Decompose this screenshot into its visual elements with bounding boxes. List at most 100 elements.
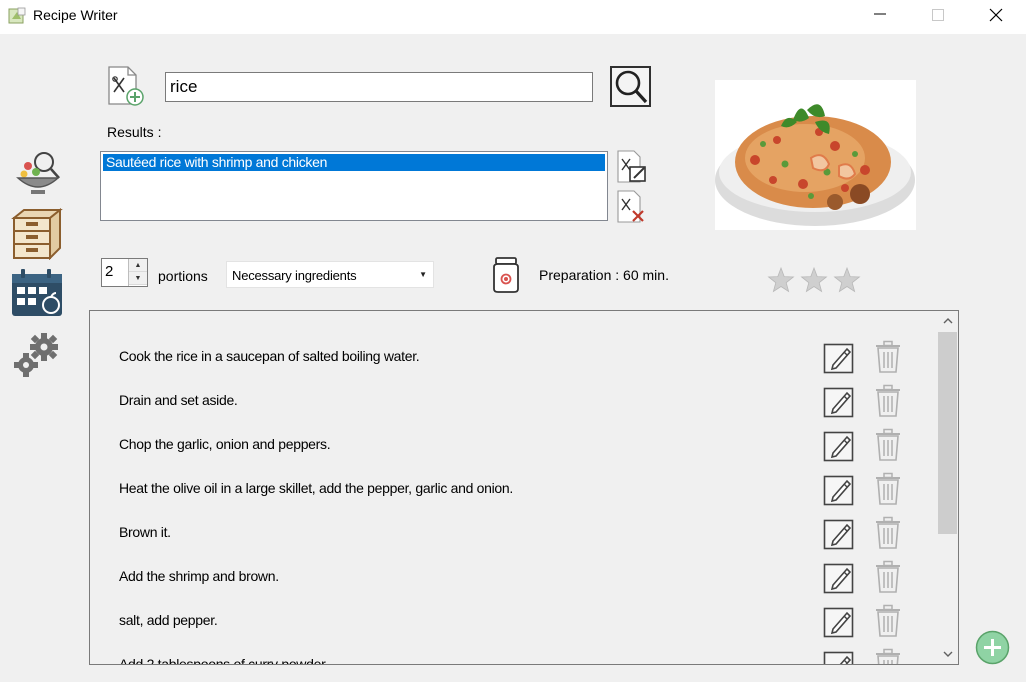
add-step-button[interactable] <box>975 630 1010 665</box>
step-text: Brown it. <box>119 524 171 540</box>
ingredients-dropdown[interactable]: Necessary ingredients ▼ <box>226 261 434 288</box>
stepper-up-icon[interactable]: ▲ <box>129 259 147 272</box>
chevron-down-icon: ▼ <box>419 270 427 279</box>
portions-stepper-buttons: ▲ ▼ <box>128 259 147 286</box>
recipe-photo <box>715 80 916 230</box>
delete-step-button[interactable] <box>874 560 902 594</box>
jar-icon <box>493 257 519 293</box>
edit-step-button[interactable] <box>823 386 855 418</box>
maximize-icon <box>932 9 944 21</box>
trash-icon <box>876 604 900 637</box>
results-list[interactable]: Sautéed rice with shrimp and chicken <box>100 151 608 221</box>
sidebar-item-meal-plan[interactable] <box>11 268 63 318</box>
ingredients-jar-button[interactable] <box>491 256 521 294</box>
sidebar-item-pantry[interactable] <box>10 207 64 261</box>
delete-step-button[interactable] <box>874 340 902 374</box>
pantry-shelf-icon <box>11 207 63 261</box>
minimize-button[interactable] <box>852 0 910 30</box>
trash-icon <box>876 472 900 505</box>
delete-step-button[interactable] <box>874 428 902 462</box>
step-row: salt, add pepper. <box>90 599 935 643</box>
pencil-icon <box>823 387 854 418</box>
pencil-icon <box>823 563 854 594</box>
edit-step-button[interactable] <box>823 430 855 462</box>
search-button[interactable] <box>610 66 651 107</box>
trash-icon <box>876 560 900 593</box>
delete-step-button[interactable] <box>874 516 902 550</box>
window-title: Recipe Writer <box>33 7 118 23</box>
close-button[interactable] <box>968 0 1026 30</box>
star-icon[interactable] <box>800 266 828 293</box>
pencil-icon <box>823 343 854 374</box>
step-text: Cook the rice in a saucepan of salted bo… <box>119 348 420 364</box>
step-text: Add the shrimp and brown. <box>119 568 279 584</box>
new-recipe-icon <box>108 66 144 106</box>
app-logo-icon <box>8 7 26 25</box>
chevron-up-icon <box>943 318 952 324</box>
maximize-button[interactable] <box>910 0 968 30</box>
results-item-selected[interactable]: Sautéed rice with shrimp and chicken <box>103 154 605 171</box>
rating-stars-graphic <box>767 266 861 293</box>
edit-recipe-button[interactable] <box>616 150 648 184</box>
step-text: Add 2 tablespoons of curry powder. <box>119 656 329 665</box>
scroll-thumb[interactable] <box>938 332 957 534</box>
delete-recipe-icon <box>617 190 644 223</box>
step-row: Brown it. <box>90 511 935 555</box>
step-text: salt, add pepper. <box>119 612 218 628</box>
edit-step-button[interactable] <box>823 342 855 374</box>
pencil-icon <box>823 651 854 664</box>
step-row: Heat the olive oil in a large skillet, a… <box>90 467 935 511</box>
ingredients-dropdown-value: Necessary ingredients <box>232 268 357 283</box>
edit-step-button[interactable] <box>823 474 855 506</box>
delete-step-button[interactable] <box>874 384 902 418</box>
meal-calendar-icon <box>12 269 62 316</box>
trash-icon <box>876 384 900 417</box>
delete-recipe-button[interactable] <box>616 190 648 224</box>
edit-step-button[interactable] <box>823 650 855 664</box>
sidebar-item-recipes[interactable] <box>14 148 62 196</box>
pencil-icon <box>823 519 854 550</box>
salad-bowl-icon <box>16 152 60 194</box>
scroll-up-button[interactable] <box>937 311 958 331</box>
portions-value[interactable]: 2 <box>105 263 113 280</box>
preparation-time: Preparation : 60 min. <box>539 267 669 283</box>
step-row: Chop the garlic, onion and peppers. <box>90 423 935 467</box>
scroll-down-button[interactable] <box>937 644 958 664</box>
sidebar-item-settings[interactable] <box>12 332 60 378</box>
delete-step-button[interactable] <box>874 472 902 506</box>
steps-scrollbar[interactable] <box>937 311 958 664</box>
step-row: Drain and set aside. <box>90 379 935 423</box>
step-text: Heat the olive oil in a large skillet, a… <box>119 480 513 496</box>
trash-icon <box>876 340 900 373</box>
plus-circle-icon <box>975 630 1010 665</box>
edit-recipe-icon <box>617 150 646 183</box>
steps-panel[interactable]: Cook the rice in a saucepan of salted bo… <box>89 310 959 665</box>
search-input[interactable] <box>165 72 593 102</box>
trash-icon <box>876 516 900 549</box>
pencil-icon <box>823 475 854 506</box>
step-text: Drain and set aside. <box>119 392 238 408</box>
stepper-down-icon[interactable]: ▼ <box>129 272 147 285</box>
chevron-down-icon <box>943 651 952 657</box>
new-recipe-button[interactable] <box>106 66 146 108</box>
step-row: Cook the rice in a saucepan of salted bo… <box>90 335 935 379</box>
edit-step-button[interactable] <box>823 562 855 594</box>
portions-label: portions <box>158 268 208 284</box>
step-row: Add 2 tablespoons of curry powder. <box>90 643 935 665</box>
edit-step-button[interactable] <box>823 606 855 638</box>
rating-stars[interactable] <box>767 266 863 298</box>
delete-step-button[interactable] <box>874 604 902 638</box>
results-label: Results : <box>107 124 162 140</box>
pencil-icon <box>823 607 854 638</box>
star-icon[interactable] <box>767 266 795 293</box>
trash-icon <box>876 428 900 461</box>
trash-icon <box>876 648 900 664</box>
delete-step-button[interactable] <box>874 648 902 664</box>
title-bar: Recipe Writer <box>0 0 1026 34</box>
portions-stepper[interactable]: 2 ▲ ▼ <box>101 258 148 287</box>
minimize-icon <box>874 13 886 15</box>
edit-step-button[interactable] <box>823 518 855 550</box>
pencil-icon <box>823 431 854 462</box>
gears-icon <box>14 333 58 377</box>
star-icon[interactable] <box>833 266 861 293</box>
